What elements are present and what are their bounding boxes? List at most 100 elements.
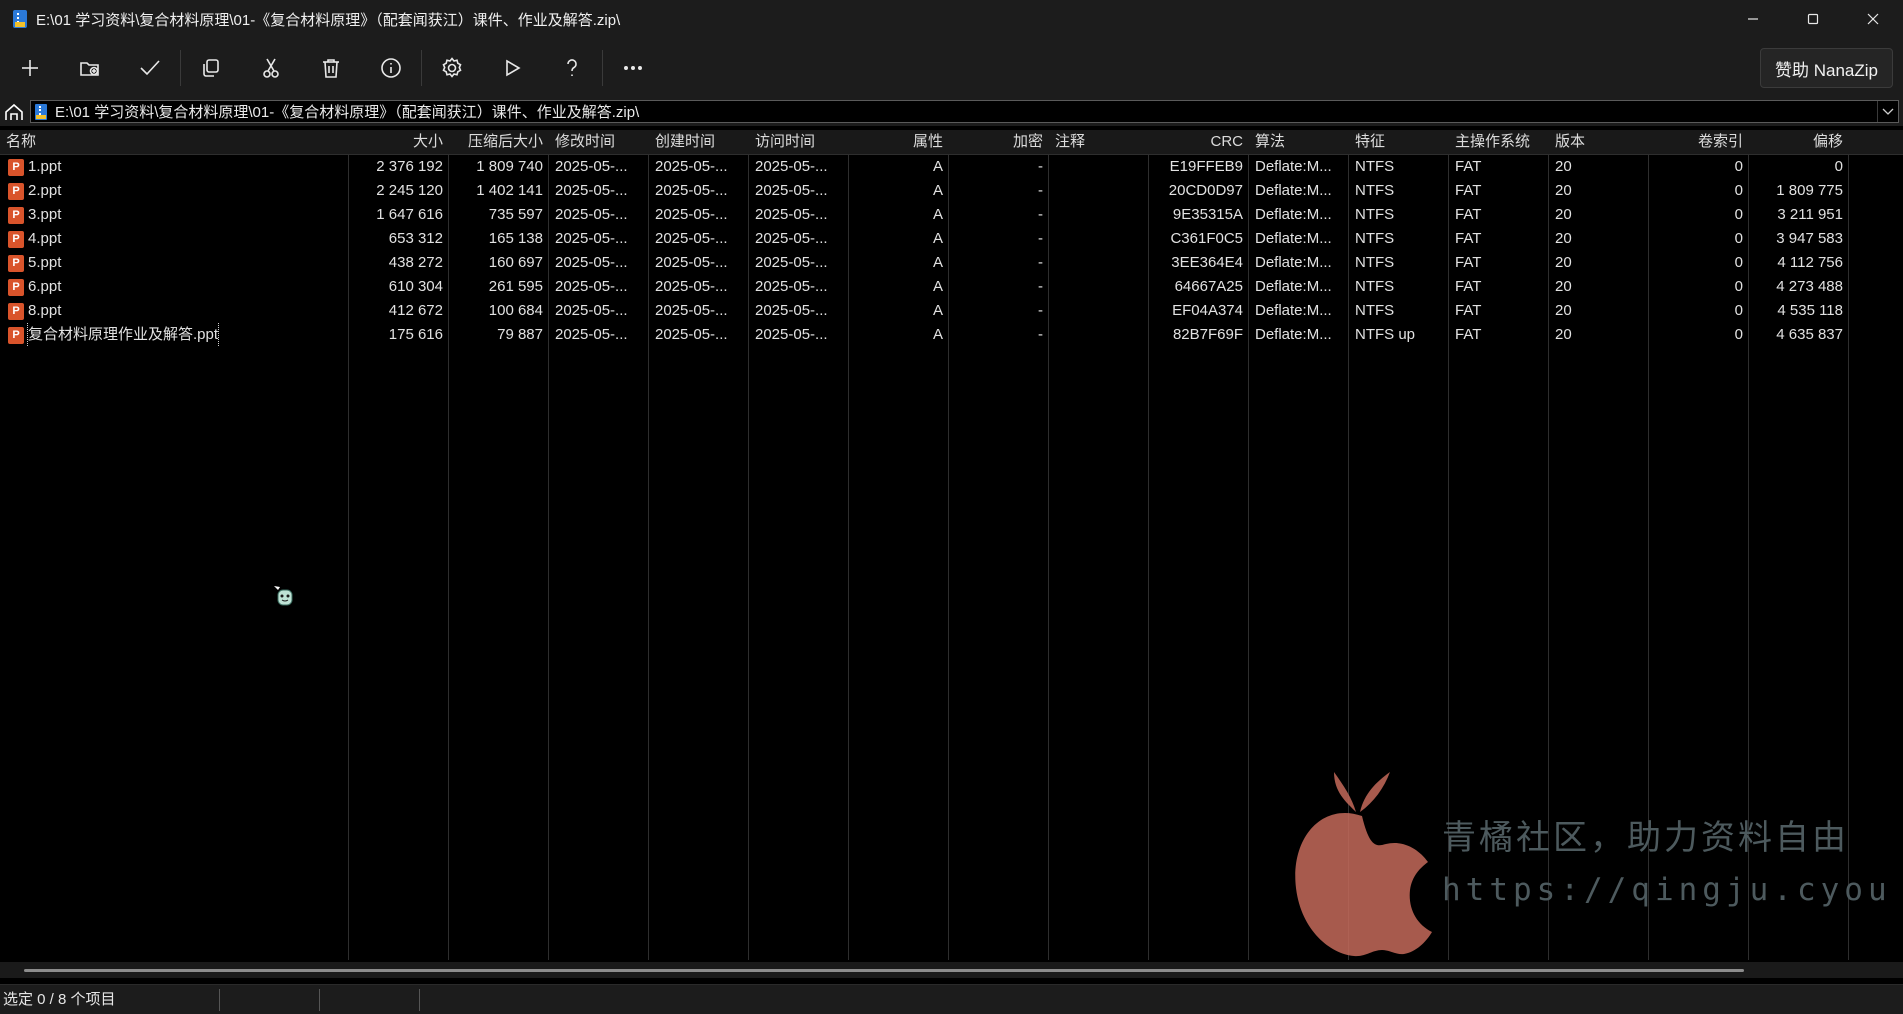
file-encrypted-cell: - [1038,278,1043,295]
file-row[interactable]: P 3.ppt 1 647 616 735 597 2025-05-... 2025-05… [0,203,1903,227]
up-folder-button[interactable] [2,100,26,124]
horizontal-scrollbar[interactable] [0,962,1903,978]
status-bar: 选定 0 / 8 个项目 [0,984,1903,1014]
column-header-size[interactable]: 大小 [349,130,449,154]
address-field[interactable]: E:\01 学习资料\复合材料原理\01-《复合材料原理》（配套闻获江）课件、作… [30,100,1899,123]
move-button[interactable] [241,38,301,98]
file-comment-cell [1049,323,1149,347]
column-header-accessed[interactable]: 访问时间 [749,130,849,154]
watermark-title: 青橘社区，助力资料自由 [1442,818,1849,858]
column-header-packed-size[interactable]: 压缩后大小 [449,130,549,154]
file-accessed-cell: 2025-05-... [755,206,828,223]
file-row[interactable]: P 8.ppt 412 672 100 684 2025-05-... 2025-05-.… [0,299,1903,323]
status-segment-4 [422,985,625,1014]
file-size-cell: 438 272 [388,254,443,271]
copy-button[interactable] [181,38,241,98]
file-name-cell[interactable]: P 6.ppt [0,275,349,299]
file-row[interactable]: P 6.ppt 610 304 261 595 2025-05-... 2025-05-.… [0,275,1903,299]
delete-button[interactable] [301,38,361,98]
file-volume-index-cell: 0 [1734,278,1743,295]
column-header-crc[interactable]: CRC [1149,130,1249,154]
file-comment-cell [1049,227,1149,251]
file-packed-size-cell: 100 684 [488,302,543,319]
address-dropdown-button[interactable] [1877,101,1898,122]
gear-icon [442,57,462,78]
file-host-os-cell: FAT [1455,254,1482,271]
file-name-cell[interactable]: P 8.ppt [0,299,349,323]
file-row[interactable]: P 5.ppt 438 272 160 697 2025-05-... 2025-05-.… [0,251,1903,275]
file-name-cell[interactable]: P 复合材料原理作业及解答.ppt [0,323,349,347]
file-attributes-cell: A [932,302,943,319]
column-header-modified[interactable]: 修改时间 [549,130,649,154]
file-name-cell[interactable]: P 1.ppt [0,155,349,179]
file-modified-cell: 2025-05-... [555,158,628,175]
copy-icon [203,59,219,77]
add-button[interactable] [0,38,60,98]
column-header-created[interactable]: 创建时间 [649,130,749,154]
benchmark-button[interactable] [482,38,542,98]
more-button[interactable] [603,38,663,98]
file-crc-cell: 82B7F69F [1172,326,1243,343]
file-name: 6.ppt [28,278,62,295]
column-header-encrypted[interactable]: 加密 [949,130,1049,154]
extract-button[interactable] [60,38,120,98]
address-path: E:\01 学习资料\复合材料原理\01-《复合材料原理》（配套闻获江）课件、作… [55,104,640,121]
file-created-cell: 2025-05-... [655,326,728,343]
file-characteristics-cell: NTFS up [1355,326,1416,343]
minimize-button[interactable] [1723,0,1783,38]
file-row[interactable]: P 2.ppt 2 245 120 1 402 141 2025-05-... 2025-… [0,179,1903,203]
checkmark-icon [140,60,160,76]
settings-button[interactable] [422,38,482,98]
scrollbar-thumb[interactable] [24,969,1744,972]
close-button[interactable] [1843,0,1903,38]
column-header-volume-index[interactable]: 卷索引 [1649,130,1749,154]
sponsor-button[interactable]: 赞助 NanaZip [1760,48,1893,88]
help-button[interactable] [542,38,602,98]
file-modified-cell: 2025-05-... [555,230,628,247]
file-row[interactable]: P 1.ppt 2 376 192 1 809 740 2025-05-... 2025-… [0,155,1903,179]
file-name-cell[interactable]: P 5.ppt [0,251,349,275]
toolbar: 赞助 NanaZip [0,38,1903,98]
file-size-cell: 2 245 120 [376,182,443,199]
file-encrypted-cell: - [1038,326,1043,343]
test-button[interactable] [120,38,180,98]
file-packed-size-cell: 261 595 [488,278,543,295]
file-name-cell[interactable]: P 4.ppt [0,227,349,251]
file-row[interactable]: P 复合材料原理作业及解答.ppt 175 616 79 887 2025-05-...… [0,323,1903,347]
file-offset-cell: 1 809 775 [1776,182,1843,199]
column-header-attributes[interactable]: 属性 [849,130,949,154]
file-volume-index-cell: 0 [1734,302,1743,319]
file-version-cell: 20 [1555,326,1572,343]
file-packed-size-cell: 1 809 740 [476,158,543,175]
info-button[interactable] [361,38,421,98]
column-header-host-os[interactable]: 主操作系统 [1449,130,1549,154]
file-size-cell: 1 647 616 [376,206,443,223]
status-segment-3 [322,985,419,1014]
file-accessed-cell: 2025-05-... [755,230,828,247]
column-header-method[interactable]: 算法 [1249,130,1349,154]
file-version-cell: 20 [1555,278,1572,295]
file-packed-size-cell: 79 887 [497,326,543,343]
file-name-cell[interactable]: P 2.ppt [0,179,349,203]
trash-icon [323,59,339,78]
column-header-name[interactable]: 名称 [0,130,349,154]
file-created-cell: 2025-05-... [655,230,728,247]
column-header-version[interactable]: 版本 [1549,130,1649,154]
file-row[interactable]: P 4.ppt 653 312 165 138 2025-05-... 2025-05-.… [0,227,1903,251]
maximize-icon [1807,13,1819,25]
file-attributes-cell: A [932,254,943,271]
file-attributes-cell: A [932,158,943,175]
file-created-cell: 2025-05-... [655,278,728,295]
maximize-button[interactable] [1783,0,1843,38]
file-crc-cell: 64667A25 [1174,278,1243,295]
column-header-offset[interactable]: 偏移 [1749,130,1849,154]
file-name: 4.ppt [28,230,62,247]
column-header-characteristics[interactable]: 特征 [1349,130,1449,154]
ppt-file-icon: P [8,206,24,224]
file-comment-cell [1049,299,1149,323]
column-header-comment[interactable]: 注释 [1049,130,1149,154]
file-host-os-cell: FAT [1455,278,1482,295]
file-volume-index-cell: 0 [1734,182,1743,199]
file-method-cell: Deflate:M... [1255,326,1332,343]
file-name-cell[interactable]: P 3.ppt [0,203,349,227]
